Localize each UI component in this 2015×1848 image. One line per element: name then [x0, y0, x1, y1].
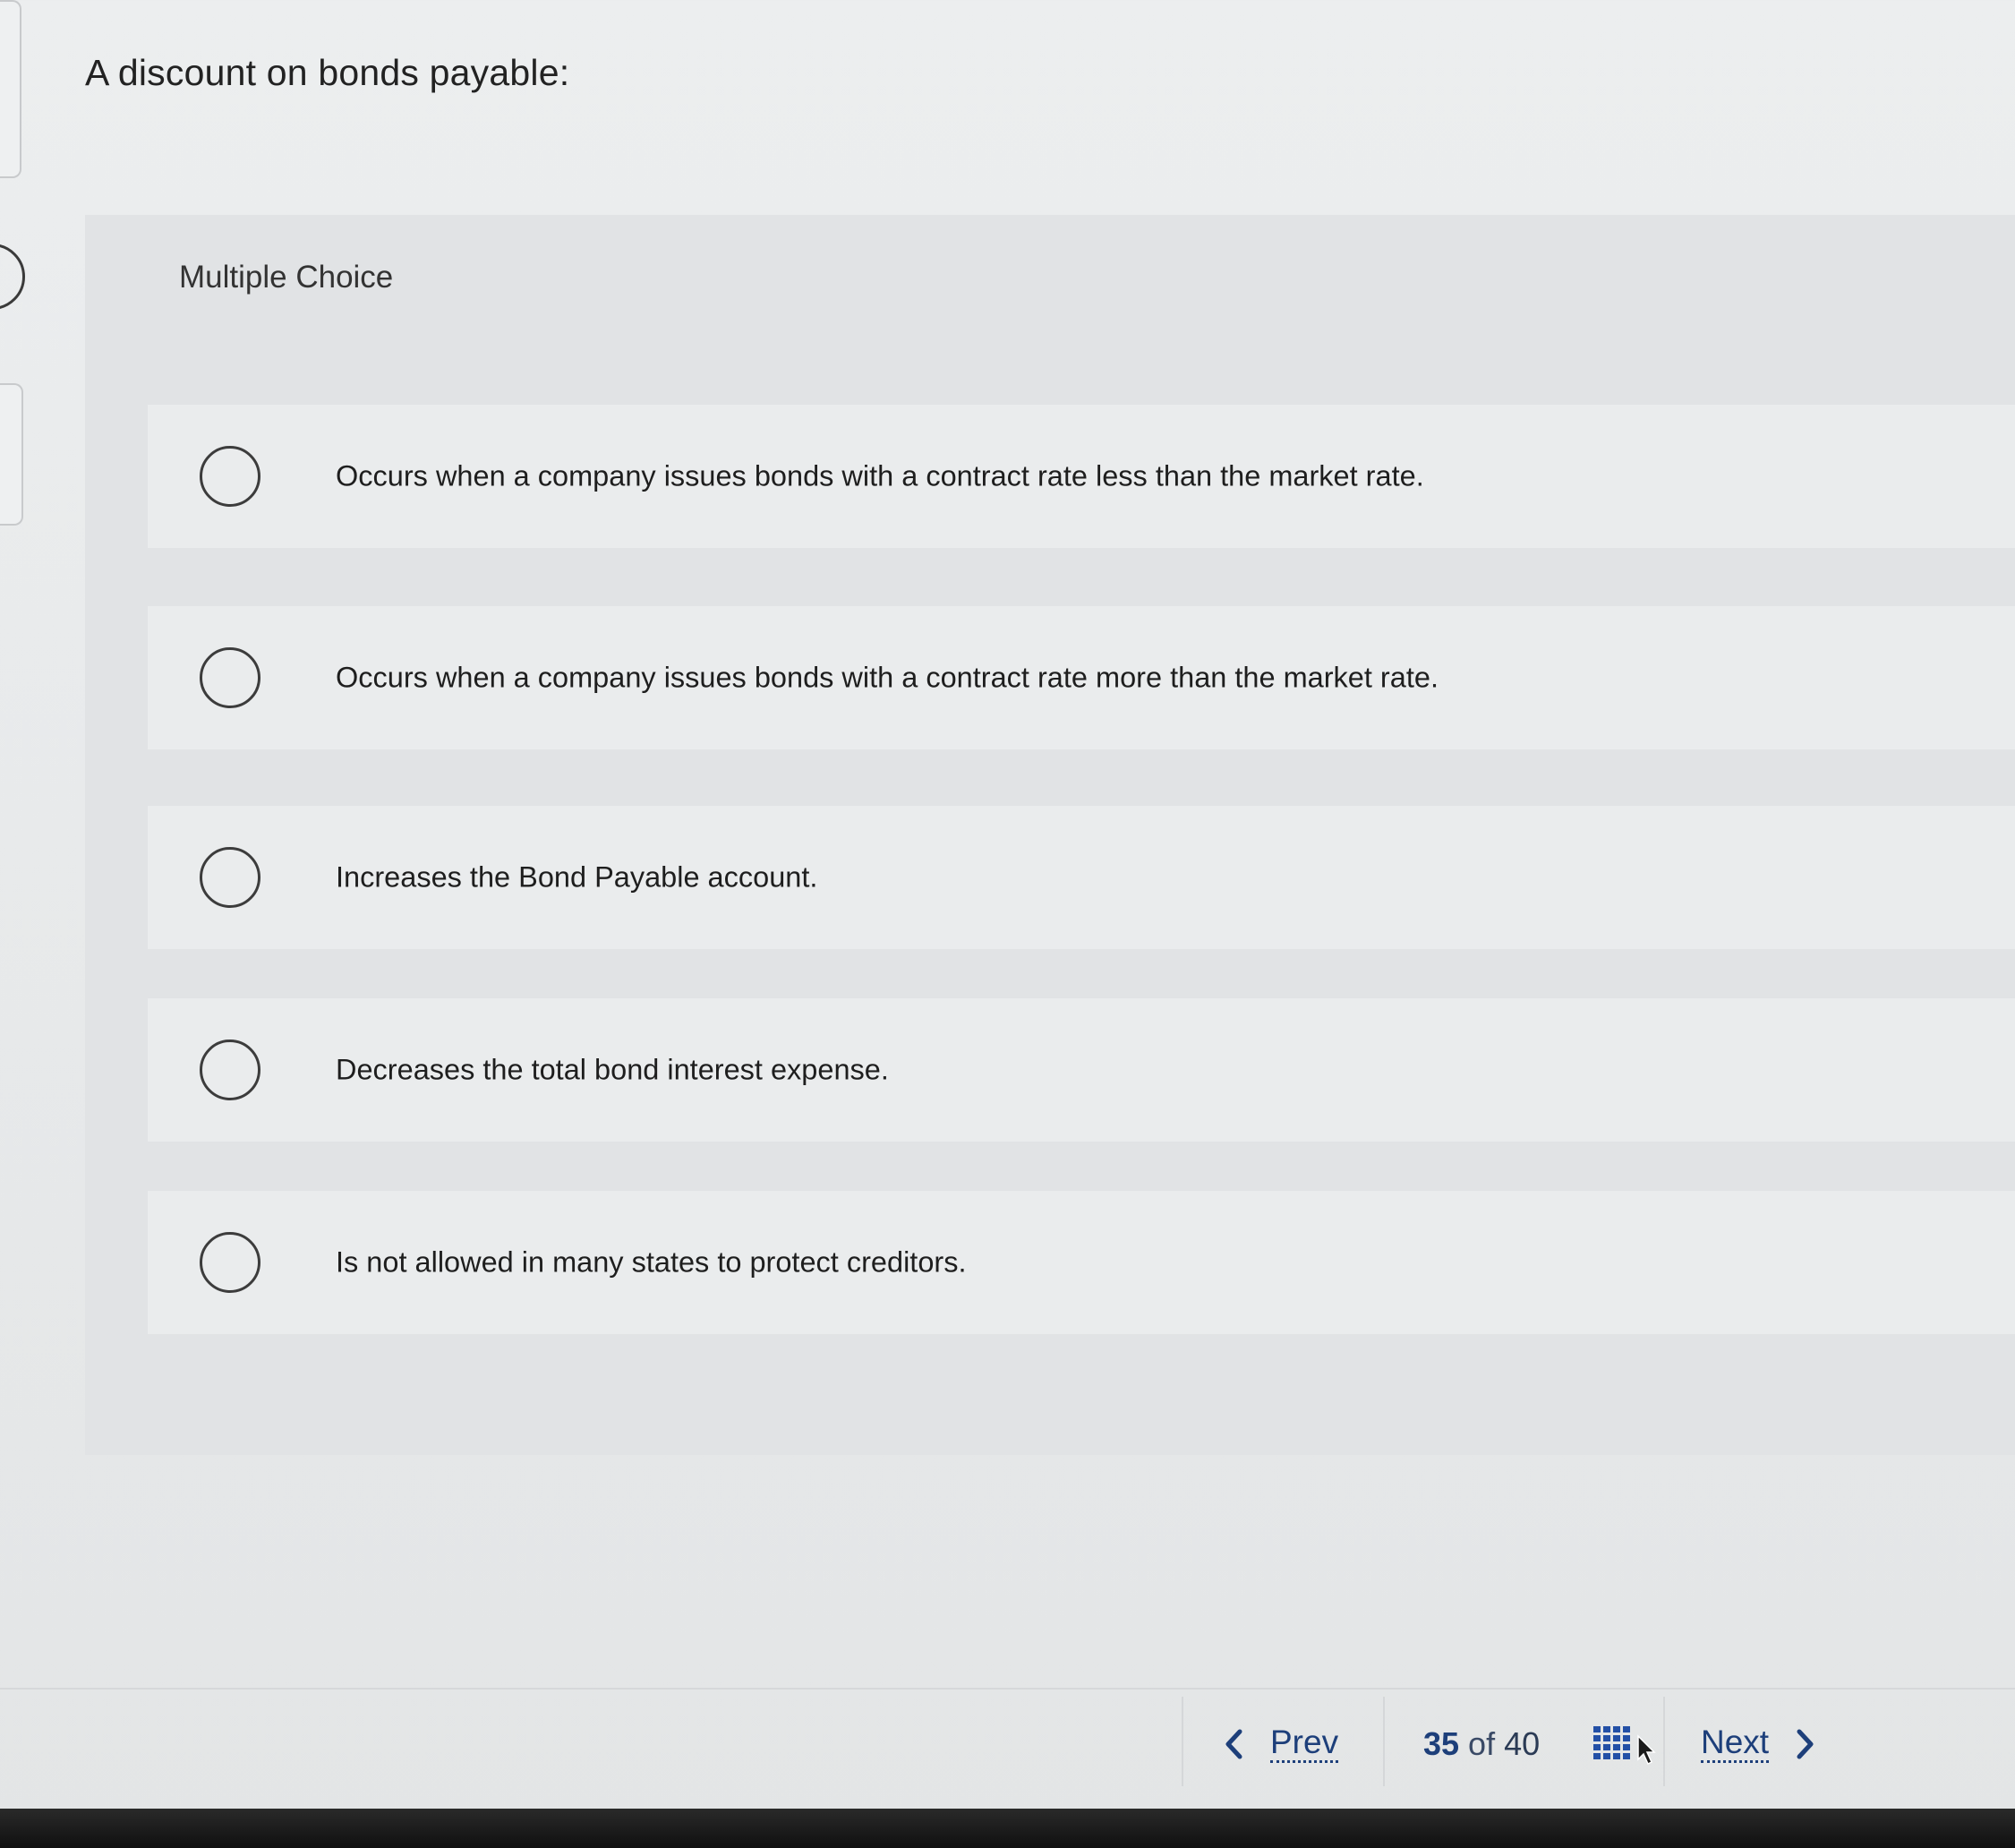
- of-label: of: [1468, 1725, 1496, 1762]
- chevron-right-icon: [1797, 1729, 1814, 1759]
- total-questions: 40: [1504, 1725, 1541, 1762]
- multiple-choice-panel: Multiple Choice Occurs when a company is…: [85, 215, 2015, 1455]
- question-title: A discount on bonds payable:: [85, 52, 570, 93]
- side-circle-icon: [0, 244, 25, 310]
- answer-option-text: Occurs when a company issues bonds with …: [336, 459, 1424, 492]
- current-question-number: 35: [1423, 1725, 1460, 1762]
- answer-option-5[interactable]: Is not allowed in many states to protect…: [148, 1191, 2015, 1334]
- radio-button[interactable]: [200, 1232, 260, 1293]
- answer-option-1[interactable]: Occurs when a company issues bonds with …: [148, 405, 2015, 548]
- chevron-left-icon: [1225, 1729, 1242, 1759]
- left-edge-tab-lower: [0, 383, 23, 526]
- answer-option-text: Occurs when a company issues bonds with …: [336, 661, 1439, 694]
- answer-option-3[interactable]: Increases the Bond Payable account.: [148, 806, 2015, 949]
- next-button[interactable]: Next: [1701, 1724, 1817, 1763]
- radio-button[interactable]: [200, 446, 260, 507]
- page-counter: 35 of 40: [1423, 1725, 1540, 1763]
- radio-button[interactable]: [200, 847, 260, 908]
- prev-button[interactable]: Prev: [1222, 1724, 1339, 1763]
- pager-divider: [1663, 1697, 1665, 1786]
- grid-icon[interactable]: [1593, 1726, 1631, 1760]
- question-type-label: Multiple Choice: [179, 260, 394, 295]
- answer-option-text: Increases the Bond Payable account.: [336, 860, 818, 894]
- footer-divider: [0, 1688, 2015, 1690]
- pager-divider: [1383, 1697, 1385, 1786]
- answer-option-2[interactable]: Occurs when a company issues bonds with …: [148, 606, 2015, 749]
- next-label: Next: [1701, 1724, 1770, 1763]
- mouse-cursor-icon: [1637, 1734, 1656, 1766]
- answer-option-4[interactable]: Decreases the total bond interest expens…: [148, 998, 2015, 1142]
- pager-divider: [1182, 1697, 1183, 1786]
- left-edge-tab: [0, 0, 21, 178]
- answer-option-text: Decreases the total bond interest expens…: [336, 1053, 889, 1086]
- radio-button[interactable]: [200, 1040, 260, 1100]
- screen-bottom-bezel: [0, 1809, 2015, 1848]
- question-pager: Prev 35 of 40 Next: [1182, 1697, 1862, 1800]
- answer-option-text: Is not allowed in many states to protect…: [336, 1245, 967, 1279]
- prev-label: Prev: [1270, 1724, 1339, 1763]
- radio-button[interactable]: [200, 647, 260, 708]
